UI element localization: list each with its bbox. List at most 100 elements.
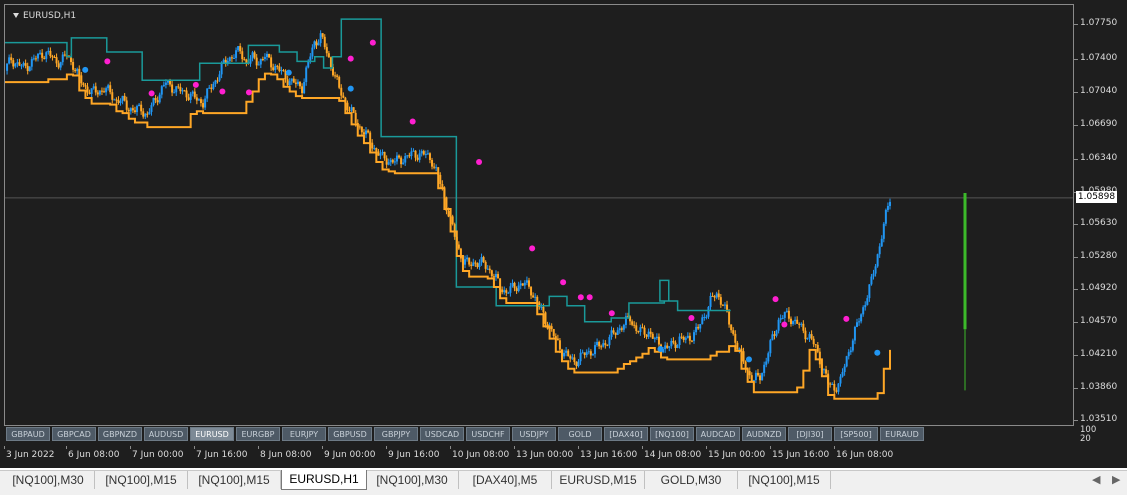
candle-body [596,341,599,346]
candle-body [862,307,865,315]
candle-body [136,106,139,113]
candle-body [76,68,79,72]
symbol-button-euraud[interactable]: EURAUD [880,427,924,441]
time-tick: 6 Jun 08:00 [65,446,120,460]
candle-body [447,210,450,217]
candle-body [265,53,268,57]
signal-down-dot [219,88,226,95]
candle-body [490,270,493,277]
chart-tab[interactable]: [DAX40],M5 [459,471,552,489]
candle-body [513,282,516,289]
candle-body [98,90,101,95]
tabs-scroll-left-icon[interactable]: ◀ [1092,473,1100,486]
candle-body [156,100,159,103]
symbol-button-usdjpy[interactable]: USDJPY [512,427,556,441]
candle-body [84,85,87,87]
candle-body [379,153,382,156]
candle-body [323,36,326,48]
price-tick: 1.07400 [1073,53,1118,63]
candle-body [74,69,77,72]
candle-body [212,83,215,89]
time-tick: 15 Jun 00:00 [705,446,766,460]
symbol-button-usdchf[interactable]: USDCHF [466,427,510,441]
candle-body [864,304,867,308]
candle-body [713,296,716,298]
candle-body [829,383,832,385]
candle-body [385,158,388,165]
chart-tab[interactable]: [NQ100],M15 [738,471,831,489]
chart-tab[interactable]: EURUSD,M15 [552,471,645,489]
price-axis[interactable]: 1.077501.074001.070401.066901.063401.059… [1073,4,1127,426]
chart-title[interactable]: EURUSD,H1 [13,11,76,21]
signal-up-dot [745,356,752,363]
candle-body [804,330,807,340]
candle-body [375,148,378,152]
candle-body [406,155,409,157]
candle-body [57,63,60,68]
chart-tab[interactable]: GOLD,M30 [645,471,738,489]
symbol-button-eurjpy[interactable]: EURJPY [282,427,326,441]
symbol-button-gbpnzd[interactable]: GBPNZD [98,427,142,441]
candle-body [216,80,219,82]
candle-body [313,41,316,48]
candle-body [693,332,696,341]
candle-body [668,346,671,348]
symbol-button-audnzd[interactable]: AUDNZD [742,427,786,441]
chart-tab[interactable]: [NQ100],M15 [95,471,188,489]
symbol-button-gold[interactable]: GOLD [558,427,602,441]
symbol-button-eurgbp[interactable]: EURGBP [236,427,280,441]
candle-body [127,109,130,112]
symbol-button-dax40[interactable]: [DAX40] [604,427,648,441]
symbol-button-sp500[interactable]: [SP500] [834,427,878,441]
candle-body [125,100,128,110]
candle-body [119,101,122,103]
candle-body [202,103,205,108]
candle-body [796,319,799,324]
candle-body [474,262,477,264]
candle-body [767,353,770,362]
candle-body [785,310,788,312]
candle-body [268,53,271,58]
signal-down-dot [192,81,199,88]
symbol-button-eurusd[interactable]: EURUSD [190,427,234,441]
chart-tab[interactable]: [NQ100],M30 [2,471,95,489]
chart-window[interactable]: EURUSD,H1 1.07750 1.07400 1.07040 1.06690 1.… [0,0,1127,468]
candle-body [214,80,217,84]
time-axis[interactable]: 3 Jun 2022 6 Jun 08:00 7 Jun 00:00 7 Jun 16… [0,446,1074,464]
symbol-button-audcad[interactable]: AUDCAD [696,427,740,441]
candle-body [563,352,566,357]
symbol-button-dji30[interactable]: [DJI30] [788,427,832,441]
symbol-button-gbpcad[interactable]: GBPCAD [52,427,96,441]
candle-body [270,57,273,68]
chart-tab[interactable]: [NQ100],M30 [366,471,459,489]
candle-body [653,338,656,340]
tabs-scroll-right-icon[interactable]: ▶ [1112,473,1120,486]
signal-down-dot [529,245,536,252]
symbol-button-nq100[interactable]: [NQ100] [650,427,694,441]
symbol-button-gbpjpy[interactable]: GBPJPY [374,427,418,441]
price-chart-area[interactable]: EURUSD,H1 [4,4,1074,426]
candle-body [14,63,17,67]
candle-body [517,285,520,291]
chart-tab[interactable]: EURUSD,H1 [281,470,367,490]
candle-body [719,297,722,305]
candle-body [651,333,654,339]
signal-up-dot [874,349,881,356]
candle-body [103,91,106,93]
time-tick: 3 Jun 2022 [3,446,55,460]
candle-body [55,57,58,64]
candle-body [111,92,114,100]
symbol-button-audusd[interactable]: AUDUSD [144,427,188,441]
candle-body [459,248,462,259]
candle-body [311,47,314,57]
candle-body [492,276,495,278]
candle-body [845,356,848,367]
candle-body [676,344,679,348]
symbol-button-gbpaud[interactable]: GBPAUD [6,427,50,441]
candle-body [715,293,718,298]
chart-menu-triangle-icon[interactable] [13,13,19,18]
symbol-button-gbpusd[interactable]: GBPUSD [328,427,372,441]
symbol-button-usdcad[interactable]: USDCAD [420,427,464,441]
chart-tab[interactable]: [NQ100],M15 [188,471,281,489]
candle-body [204,98,207,108]
